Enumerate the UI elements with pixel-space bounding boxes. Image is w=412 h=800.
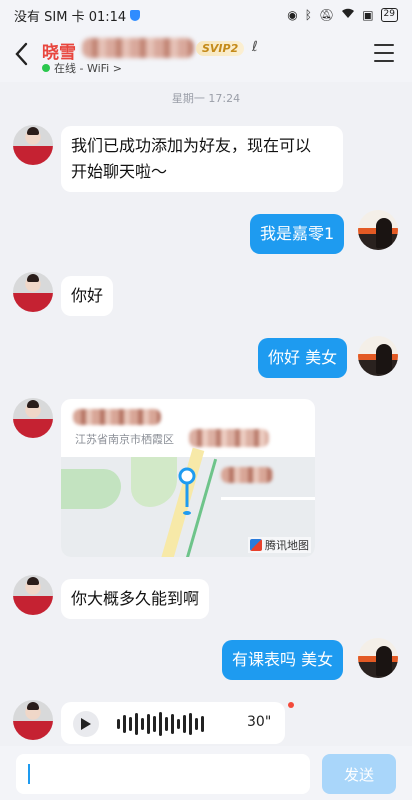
play-icon <box>81 718 91 730</box>
menu-line <box>374 52 394 54</box>
menu-line <box>374 60 394 62</box>
shield-icon <box>130 9 141 21</box>
message-bubble-incoming[interactable]: 我们已成功添加为好友，现在可以 开始聊天啦～ <box>61 126 343 192</box>
message-text: 你好 美女 <box>268 348 338 367</box>
voice-message[interactable]: 30" <box>61 702 285 744</box>
message-bubble-outgoing[interactable]: 我是嘉零1 <box>250 214 345 254</box>
message-text: 我们已成功添加为好友，现在可以 <box>71 136 312 155</box>
message-text: 我是嘉零1 <box>260 224 335 243</box>
my-avatar[interactable] <box>358 336 398 376</box>
my-avatar[interactable] <box>358 638 398 678</box>
menu-line <box>374 44 394 46</box>
my-avatar[interactable] <box>358 210 398 250</box>
voice-waveform <box>117 712 204 736</box>
message-text: 你好 <box>71 286 104 305</box>
input-bar: 发送 <box>0 746 412 800</box>
message-bubble-incoming[interactable]: 你大概多久能到啊 <box>61 579 210 619</box>
status-bar: 没有 SIM 卡 01:14 ◉ ᛒ 🔕︎ ▣ 29 <box>0 0 412 30</box>
redacted-address <box>189 429 269 447</box>
map-brand-label: 腾讯地图 <box>265 539 309 552</box>
message-bubble-outgoing[interactable]: 你好 美女 <box>258 338 348 378</box>
contact-avatar[interactable] <box>13 575 53 615</box>
message-text: 有课表吗 美女 <box>232 650 334 669</box>
contact-avatar[interactable] <box>13 125 53 165</box>
vip-badge[interactable]: SVIP2 <box>196 41 245 56</box>
tencent-map-logo-icon <box>250 539 262 551</box>
wifi-icon <box>341 8 355 22</box>
redacted-map-label <box>221 467 273 483</box>
text-caret <box>28 764 30 784</box>
play-button[interactable] <box>73 711 99 737</box>
redacted-name <box>82 38 194 58</box>
mute-icon: 🔕︎ <box>318 8 335 22</box>
back-button[interactable] <box>10 38 34 70</box>
send-button[interactable]: 发送 <box>322 754 396 794</box>
bluetooth-icon: ᛒ <box>304 8 312 22</box>
carrier-time: 没有 SIM 卡 01:14 <box>14 9 127 25</box>
map-pin-icon <box>178 467 196 515</box>
map-attribution: 腾讯地图 <box>248 537 311 553</box>
contact-avatar[interactable] <box>13 700 53 740</box>
battery-icon: 29 <box>380 8 398 22</box>
location-card[interactable]: 江苏省南京市栖霞区 腾讯地图 <box>61 399 315 557</box>
ear-icon[interactable]: ℓ <box>252 39 258 55</box>
voice-duration: 30" <box>247 714 272 730</box>
chat-header: 晓雪 SVIP2 ℓ 在线 - WiFi > <box>0 30 412 82</box>
timestamp: 星期一 17:24 <box>171 92 241 105</box>
message-input[interactable] <box>16 754 310 794</box>
battery-saver-icon: ▣ <box>362 8 374 22</box>
location-address: 江苏省南京市栖霞区 <box>75 433 174 446</box>
online-status[interactable]: 在线 - WiFi > <box>42 60 122 76</box>
message-bubble-incoming[interactable]: 你好 <box>61 276 114 316</box>
online-dot-icon <box>42 64 50 72</box>
map-preview[interactable]: 腾讯地图 <box>61 447 315 557</box>
contact-avatar[interactable] <box>13 398 53 438</box>
map-park <box>61 469 121 509</box>
message-bubble-outgoing[interactable]: 有课表吗 美女 <box>222 640 344 680</box>
menu-button[interactable] <box>374 44 394 62</box>
redacted-location-title <box>73 409 161 425</box>
map-park <box>131 457 177 507</box>
message-text: 开始聊天啦～ <box>71 162 168 181</box>
eye-icon: ◉ <box>287 8 298 22</box>
contact-avatar[interactable] <box>13 272 53 312</box>
chevron-left-icon <box>15 42 28 66</box>
online-status-label: 在线 - WiFi > <box>54 62 122 75</box>
message-text: 你大概多久能到啊 <box>71 589 200 608</box>
unread-dot <box>288 702 294 708</box>
map-road <box>221 497 315 500</box>
